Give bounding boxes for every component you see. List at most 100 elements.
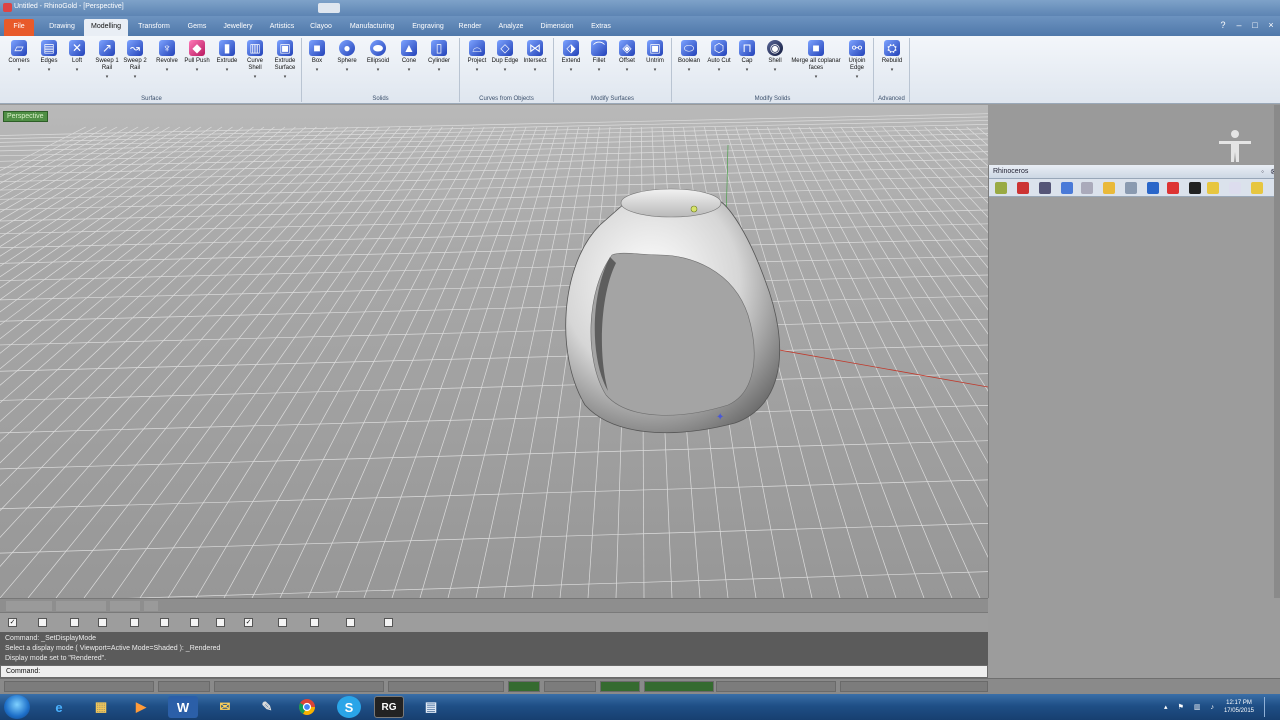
tab-gems[interactable]: Gems bbox=[180, 19, 214, 36]
display-icon[interactable] bbox=[1039, 182, 1051, 194]
status-snap[interactable] bbox=[388, 681, 504, 692]
corners-button[interactable]: ▱ Corners ▾ bbox=[4, 40, 34, 73]
osnap-checkbox[interactable] bbox=[130, 618, 139, 627]
viewport-tab[interactable] bbox=[56, 601, 106, 611]
clock[interactable]: 12:17 PM 17/05/2015 bbox=[1224, 699, 1254, 715]
loft-button[interactable]: ✕ Loft ▾ bbox=[62, 40, 92, 73]
viewport-tab[interactable] bbox=[110, 601, 140, 611]
tab-jewellery[interactable]: Jewellery bbox=[216, 19, 260, 36]
tab-transform[interactable]: Transform bbox=[132, 19, 176, 36]
project-button[interactable]: ⌓ Project ▾ bbox=[462, 40, 492, 73]
tab-drawing[interactable]: Drawing bbox=[42, 19, 82, 36]
add-viewport-tab[interactable] bbox=[144, 601, 158, 611]
command-input[interactable]: Command: bbox=[0, 665, 988, 678]
status-osnap-toggle[interactable] bbox=[600, 681, 640, 692]
camera-icon[interactable] bbox=[1189, 182, 1201, 194]
rebuild-button[interactable]: ⛭ Rebuild ▾ bbox=[877, 40, 907, 73]
gumball-icon[interactable]: ✦ bbox=[716, 413, 726, 423]
ring-model[interactable] bbox=[565, 188, 781, 434]
close-icon[interactable]: × bbox=[1266, 20, 1276, 30]
sweep1-button[interactable]: ↗ Sweep 1 Rail ▾ bbox=[92, 40, 122, 80]
clock-icon[interactable] bbox=[1229, 182, 1241, 194]
quick-access-toolbar[interactable] bbox=[318, 3, 340, 13]
ie-icon[interactable]: e bbox=[44, 696, 74, 718]
osnap-checkbox[interactable] bbox=[310, 618, 319, 627]
settings-icon[interactable] bbox=[1251, 182, 1263, 194]
tab-analyze[interactable]: Analyze bbox=[490, 19, 532, 36]
osnap-checkbox[interactable] bbox=[70, 618, 79, 627]
offset-button[interactable]: ◈ Offset ▾ bbox=[612, 40, 642, 73]
osnap-checkbox[interactable] bbox=[160, 618, 169, 627]
explorer-icon[interactable]: ▦ bbox=[86, 696, 116, 718]
osnap-checkbox[interactable] bbox=[38, 618, 47, 627]
layer-icon[interactable] bbox=[995, 182, 1007, 194]
status-record-history-toggle[interactable] bbox=[644, 681, 714, 692]
shell-button[interactable]: ◉ Shell ▾ bbox=[760, 40, 790, 73]
sphere-button[interactable]: ● Sphere ▾ bbox=[332, 40, 362, 73]
osnap-checkbox[interactable] bbox=[346, 618, 355, 627]
tab-render[interactable]: Render bbox=[452, 19, 488, 36]
network-icon[interactable]: ▥ bbox=[1194, 703, 1201, 711]
volume-icon[interactable]: ♪ bbox=[1210, 704, 1214, 711]
auto-cut-button[interactable]: ⬡ Auto Cut ▾ bbox=[704, 40, 734, 73]
document-icon[interactable] bbox=[1081, 182, 1093, 194]
ellipsoid-button[interactable]: ⬬ Ellipsoid ▾ bbox=[363, 40, 393, 73]
light-icon[interactable] bbox=[1207, 182, 1219, 194]
curve-shell-button[interactable]: ▥ Curve Shell ▾ bbox=[240, 40, 270, 80]
folder-icon[interactable] bbox=[1103, 182, 1115, 194]
status-ortho-toggle[interactable] bbox=[508, 681, 540, 692]
paint-icon[interactable]: ✎ bbox=[252, 696, 282, 718]
revolve-button[interactable]: ♆ Revolve ▾ bbox=[152, 40, 182, 73]
extrude-button[interactable]: ▮ Extrude ▾ bbox=[212, 40, 242, 73]
word-icon[interactable]: W bbox=[168, 696, 198, 718]
tab-file[interactable]: File bbox=[4, 19, 34, 36]
status-filter[interactable] bbox=[716, 681, 836, 692]
outlook-icon[interactable]: ✉ bbox=[210, 696, 240, 718]
tray-chevron-icon[interactable]: ▴ bbox=[1164, 703, 1168, 711]
fillet-button[interactable]: ⌒ Fillet ▾ bbox=[584, 40, 614, 73]
unjoin-edge-button[interactable]: ⚯ Unjoin Edge ▾ bbox=[842, 40, 872, 80]
help-icon[interactable]: ? bbox=[1218, 20, 1228, 30]
box-button[interactable]: ■ Box ▾ bbox=[302, 40, 332, 73]
pull-push-button[interactable]: ◆ Pull Push ▾ bbox=[182, 40, 212, 73]
osnap-checkbox[interactable] bbox=[190, 618, 199, 627]
viewport-tab[interactable] bbox=[6, 601, 52, 611]
sweep2-button[interactable]: ↝ Sweep 2 Rail ▾ bbox=[120, 40, 150, 80]
cone-button[interactable]: ▲ Cone ▾ bbox=[394, 40, 424, 73]
extend-button[interactable]: ⬗ Extend ▾ bbox=[556, 40, 586, 73]
osnap-checkbox[interactable]: ✓ bbox=[8, 618, 17, 627]
viewport-label[interactable]: Perspective bbox=[3, 111, 48, 122]
cylinder-button[interactable]: ▯ Cylinder ▾ bbox=[424, 40, 454, 73]
maximize-icon[interactable]: □ bbox=[1250, 20, 1260, 30]
start-button[interactable] bbox=[4, 695, 30, 719]
tab-engraving[interactable]: Engraving bbox=[406, 19, 450, 36]
tab-clayoo[interactable]: Clayoo bbox=[304, 19, 338, 36]
view-icon[interactable] bbox=[1061, 182, 1073, 194]
osnap-checkbox[interactable]: ✓ bbox=[244, 618, 253, 627]
tab-extras[interactable]: Extras bbox=[582, 19, 620, 36]
media-player-icon[interactable]: ▶ bbox=[126, 696, 156, 718]
render-icon[interactable] bbox=[1147, 182, 1159, 194]
show-desktop-button[interactable] bbox=[1264, 697, 1272, 717]
rhinogold-icon[interactable]: RG bbox=[374, 696, 404, 718]
pin-icon[interactable]: ◦ bbox=[1258, 167, 1267, 176]
merge-coplanar-faces-button[interactable]: ■ Merge all coplanar faces ▾ bbox=[790, 40, 842, 80]
perspective-viewport[interactable]: Perspective ✦ bbox=[0, 105, 988, 598]
intersect-button[interactable]: ⋈ Intersect ▾ bbox=[520, 40, 550, 73]
tab-dimension[interactable]: Dimension bbox=[534, 19, 580, 36]
tab-artistics[interactable]: Artistics bbox=[262, 19, 302, 36]
flag-icon[interactable]: ⚑ bbox=[1178, 703, 1184, 711]
tab-manufacturing[interactable]: Manufacturing bbox=[340, 19, 404, 36]
material-icon[interactable] bbox=[1167, 182, 1179, 194]
minimize-icon[interactable]: – bbox=[1234, 20, 1244, 30]
side-scroll-strip[interactable] bbox=[1274, 105, 1280, 598]
boolean-button[interactable]: ⬭ Boolean ▾ bbox=[674, 40, 704, 73]
edges-button[interactable]: ▤ Edges ▾ bbox=[34, 40, 64, 73]
grid-icon[interactable] bbox=[1125, 182, 1137, 194]
app-icon[interactable] bbox=[3, 3, 12, 12]
extrude-surface-button[interactable]: ▣ Extrude Surface ▾ bbox=[270, 40, 300, 80]
osnap-checkbox[interactable] bbox=[278, 618, 287, 627]
chrome-icon[interactable] bbox=[292, 696, 322, 718]
save-icon[interactable]: ▤ bbox=[416, 696, 446, 718]
osnap-checkbox[interactable] bbox=[384, 618, 393, 627]
